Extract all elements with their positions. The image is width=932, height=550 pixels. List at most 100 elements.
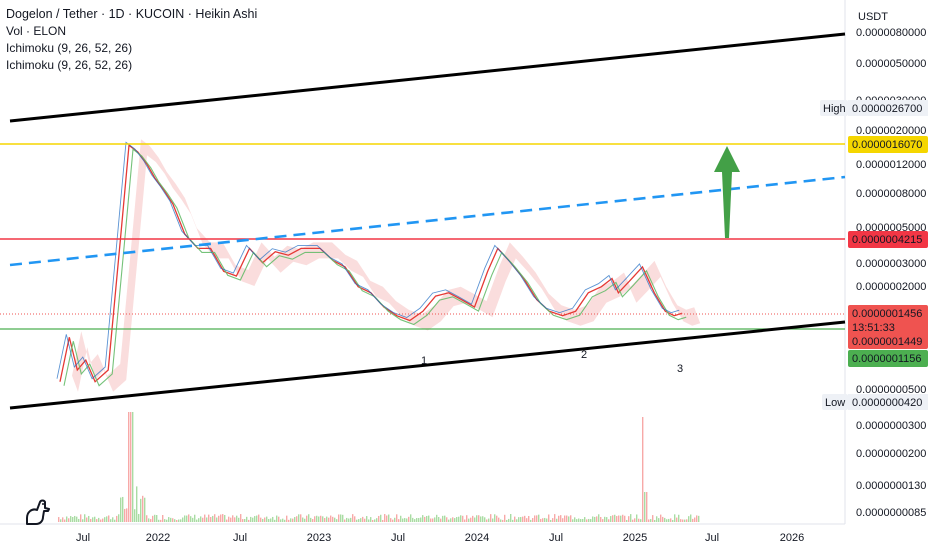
currency-unit-button[interactable]: USDT xyxy=(852,8,926,26)
volume-bar xyxy=(312,519,314,522)
volume-bar xyxy=(654,519,656,522)
volume-bar xyxy=(582,518,584,522)
volume-bar xyxy=(410,514,412,522)
channel-lower-trendline[interactable] xyxy=(9,320,846,410)
volume-bar xyxy=(426,515,428,522)
volume-bar xyxy=(268,519,270,522)
volume-bar xyxy=(84,514,86,522)
volume-bar xyxy=(122,496,124,522)
volume-bar xyxy=(344,519,346,522)
volume-bar xyxy=(380,514,382,522)
volume-bar xyxy=(176,519,178,522)
volume-bar xyxy=(78,518,80,522)
volume-bar xyxy=(244,518,246,522)
indicator-ichimoku-1[interactable]: Ichimoku (9, 26, 52, 26) xyxy=(6,40,257,57)
volume-bar xyxy=(566,515,568,522)
volume-bar xyxy=(160,519,162,522)
volume-bar xyxy=(520,517,522,522)
indicator-ichimoku-2[interactable]: Ichimoku (9, 26, 52, 26) xyxy=(6,57,257,74)
volume-bar xyxy=(642,417,644,522)
volume-bar xyxy=(110,519,112,522)
volume-bar xyxy=(662,516,664,522)
volume-bar xyxy=(368,519,370,522)
volume-bar xyxy=(424,516,426,522)
volume-bar xyxy=(570,515,572,522)
volume-bar xyxy=(60,519,62,522)
volume-bar xyxy=(226,519,228,522)
volume-bar xyxy=(204,514,206,522)
volume-bar xyxy=(568,516,570,522)
volume-bar xyxy=(358,519,360,522)
symbol-title[interactable]: Dogelon / Tether · 1D · KUCOIN · Heikin … xyxy=(6,6,257,23)
volume-bar xyxy=(684,519,686,522)
volume-bar xyxy=(156,515,158,522)
annotation-1: 1 xyxy=(421,355,427,367)
time-tick-label: 2026 xyxy=(780,532,804,544)
volume-bar xyxy=(256,515,258,522)
volume-bar xyxy=(564,515,566,522)
volume-bar xyxy=(470,517,472,522)
volume-bar xyxy=(90,518,92,522)
up-arrow-icon[interactable] xyxy=(714,146,740,238)
time-tick-label: 2024 xyxy=(465,532,489,544)
volume-bar xyxy=(524,515,526,522)
volume-bar xyxy=(146,515,148,522)
volume-bar xyxy=(670,518,672,522)
volume-bar xyxy=(560,515,562,522)
volume-bar xyxy=(236,515,238,522)
volume-bar xyxy=(376,518,378,522)
volume-bar xyxy=(232,515,234,522)
volume-bar xyxy=(492,518,494,522)
volume-bar xyxy=(440,518,442,522)
volume-bar xyxy=(136,486,138,522)
volume-bar xyxy=(132,412,134,522)
volume-bar xyxy=(202,517,204,522)
volume-bar xyxy=(250,516,252,522)
low-label: Low xyxy=(825,397,845,409)
volume-bar xyxy=(282,518,284,522)
volume-bar xyxy=(636,514,638,522)
volume-bar xyxy=(348,518,350,522)
volume-bar xyxy=(416,518,418,522)
volume-bar xyxy=(140,498,142,522)
volume-bar xyxy=(148,518,150,522)
volume-bar xyxy=(252,517,254,522)
volume-bar xyxy=(274,519,276,522)
price-line[interactable] xyxy=(59,144,683,383)
volume-bar xyxy=(620,515,622,522)
volume-bar xyxy=(678,514,680,522)
volume-bar xyxy=(478,515,480,522)
volume-bar xyxy=(218,515,220,522)
volume-bar xyxy=(438,517,440,522)
volume-bar xyxy=(600,516,602,522)
volume-bar xyxy=(602,519,604,522)
volume-bar xyxy=(106,516,108,522)
volume-bar xyxy=(456,517,458,522)
volume-bar xyxy=(640,519,642,522)
volume-bar xyxy=(690,514,692,522)
volume-bar xyxy=(436,514,438,522)
volume-bar xyxy=(286,515,288,522)
volume-bar xyxy=(364,518,366,522)
price-chart[interactable]: 1230.00000800000.00000500000.00000300000… xyxy=(0,0,932,550)
volume-bar xyxy=(668,518,670,522)
volume-bar xyxy=(270,518,272,522)
volume-bar xyxy=(240,514,242,522)
volume-bars xyxy=(58,412,700,522)
volume-bar xyxy=(220,514,222,522)
volume-bar xyxy=(362,516,364,522)
volume-bar xyxy=(234,517,236,522)
volume-bar xyxy=(374,519,376,522)
volume-bar xyxy=(682,519,684,522)
volume-bar xyxy=(688,516,690,522)
volume-bar xyxy=(626,519,628,522)
volume-bar xyxy=(458,516,460,522)
volume-bar xyxy=(528,516,530,522)
time-tick-label: 2022 xyxy=(146,532,170,544)
volume-bar xyxy=(576,519,578,522)
indicator-volume[interactable]: Vol · ELON xyxy=(6,23,257,40)
volume-bar xyxy=(386,515,388,522)
volume-bar xyxy=(284,519,286,522)
tradingview-dino-icon[interactable] xyxy=(24,498,54,526)
volume-bar xyxy=(222,514,224,522)
